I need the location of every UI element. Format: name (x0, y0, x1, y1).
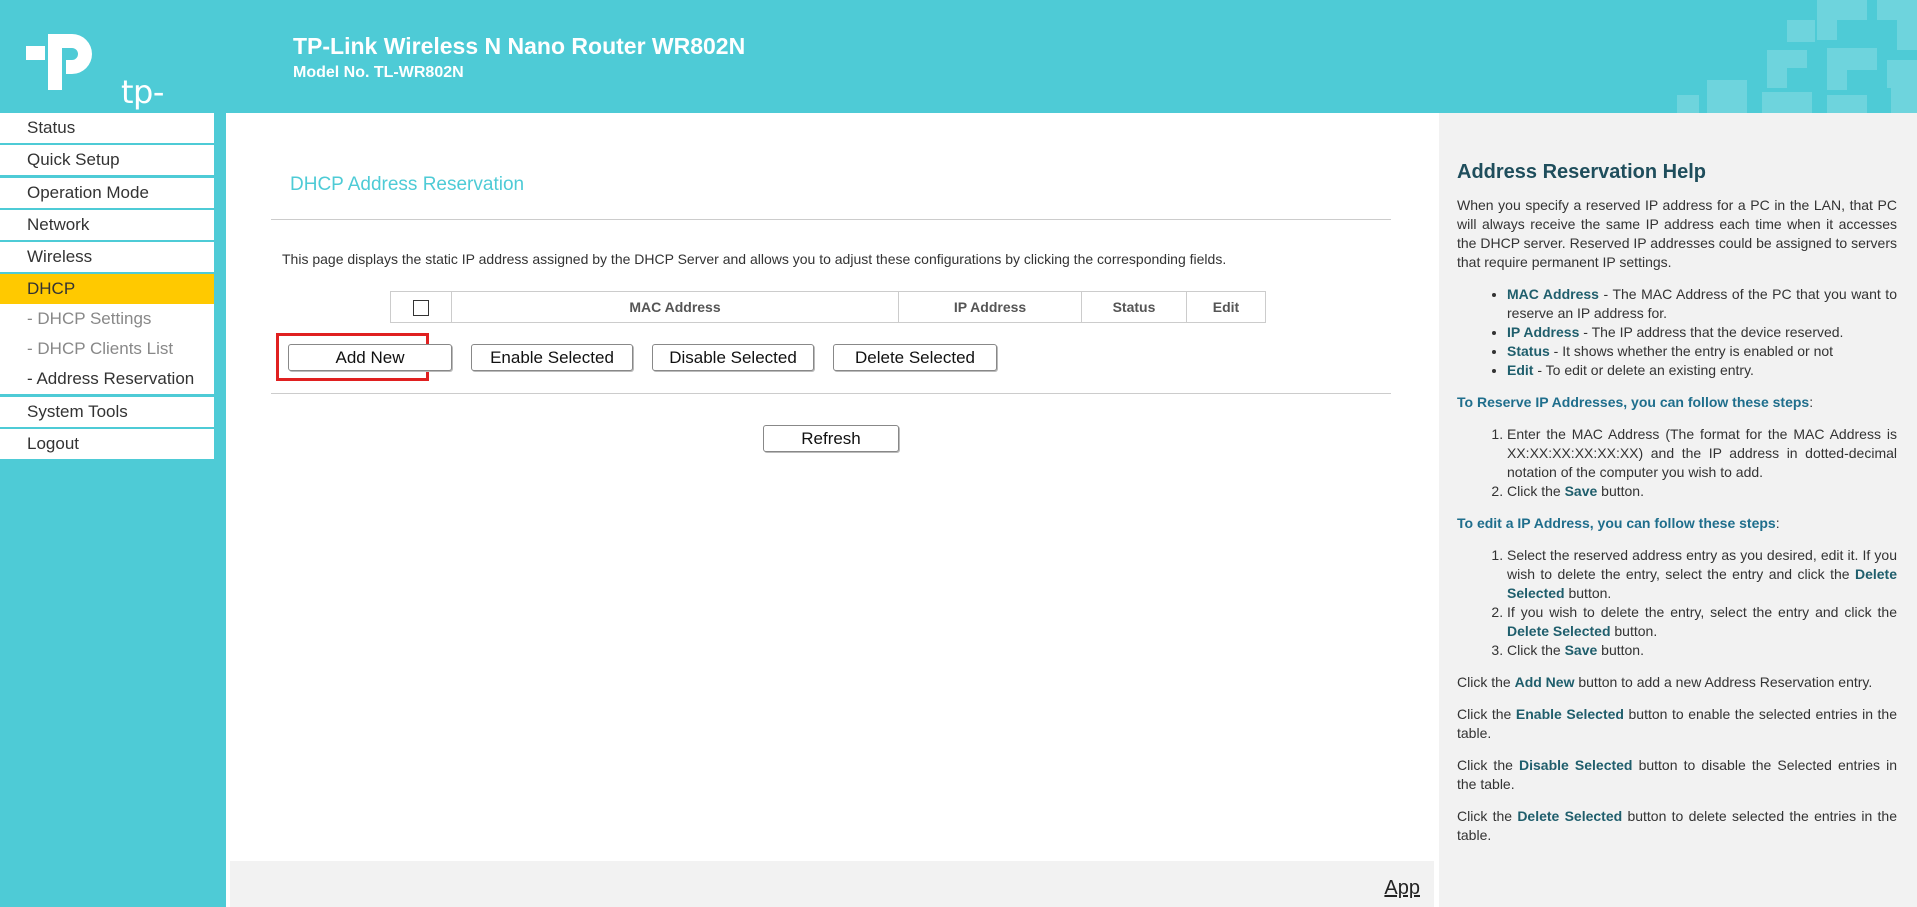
page-description: This page displays the static IP address… (282, 251, 1227, 267)
menu-item-wireless[interactable]: Wireless (0, 242, 214, 273)
submenu-item-dhcp-clients-list[interactable]: - DHCP Clients List (0, 334, 214, 365)
help-edit-steps: Select the reserved address entry as you… (1457, 546, 1897, 660)
help-add-new: Click the Add New button to add a new Ad… (1457, 674, 1873, 690)
list-item: If you wish to delete the entry, select … (1507, 603, 1897, 641)
router-title: TP-Link Wireless N Nano Router WR802N (293, 33, 746, 59)
app-link[interactable]: App (1384, 877, 1420, 900)
enable-selected-button[interactable]: Enable Selected (471, 344, 633, 371)
help-field-list: MAC Address - The MAC Address of the PC … (1457, 285, 1897, 380)
footer-bar: App (230, 861, 1434, 907)
help-delete-selected: Click the Delete Selected button to dele… (1457, 808, 1897, 843)
list-item: Select the reserved address entry as you… (1507, 546, 1897, 603)
col-edit: Edit (1186, 291, 1266, 323)
menu-item-system-tools[interactable]: System Tools (0, 396, 214, 427)
list-item: Edit - To edit or delete an existing ent… (1507, 361, 1897, 380)
page-title: DHCP Address Reservation (290, 174, 525, 195)
help-intro: When you specify a reserved IP address f… (1457, 197, 1897, 270)
col-status: Status (1081, 291, 1187, 323)
help-enable-selected: Click the Enable Selected button to enab… (1457, 706, 1897, 741)
header-decoration (1677, 0, 1917, 113)
header: tp-link TP-Link Wireless N Nano Router W… (0, 0, 1917, 113)
menu-item-network[interactable]: Network (0, 209, 214, 240)
table-header-row: MAC Address IP Address Status Edit (390, 291, 1266, 323)
help-reserve-heading: To Reserve IP Addresses, you can follow … (1457, 394, 1814, 410)
add-new-button[interactable]: Add New (288, 344, 452, 371)
col-ip-address: IP Address (898, 291, 1082, 323)
help-disable-selected: Click the Disable Selected button to dis… (1457, 757, 1897, 792)
sidebar-menu: Status Quick Setup Operation Mode Networ… (0, 113, 214, 461)
divider (271, 219, 1391, 220)
list-item: Click the Save button. (1507, 482, 1897, 501)
help-edit-heading: To edit a IP Address, you can follow the… (1457, 515, 1780, 531)
help-reserve-steps: Enter the MAC Address (The format for th… (1457, 425, 1897, 501)
menu-item-logout[interactable]: Logout (0, 429, 214, 460)
list-item: IP Address - The IP address that the dev… (1507, 323, 1897, 342)
divider (271, 393, 1391, 394)
list-item: MAC Address - The MAC Address of the PC … (1507, 285, 1897, 323)
list-item: Enter the MAC Address (The format for th… (1507, 425, 1897, 482)
main-content: DHCP Address Reservation This page displ… (226, 113, 1439, 907)
reservation-table: MAC Address IP Address Status Edit (390, 291, 1266, 323)
help-panel: Address Reservation Help When you specif… (1439, 113, 1917, 907)
logo-text: tp-link (121, 73, 176, 113)
dhcp-submenu: - DHCP Settings - DHCP Clients List - Ad… (0, 304, 214, 395)
disable-selected-button[interactable]: Disable Selected (652, 344, 814, 371)
tp-link-logo-icon (26, 34, 92, 90)
submenu-item-dhcp-settings[interactable]: - DHCP Settings (0, 304, 214, 335)
help-title: Address Reservation Help (1457, 161, 1706, 183)
refresh-button[interactable]: Refresh (763, 425, 899, 452)
delete-selected-button[interactable]: Delete Selected (833, 344, 997, 371)
list-item: Status - It shows whether the entry is e… (1507, 342, 1897, 361)
menu-item-status[interactable]: Status (0, 113, 214, 143)
menu-item-dhcp[interactable]: DHCP (0, 274, 214, 305)
menu-item-operation-mode[interactable]: Operation Mode (0, 177, 214, 208)
select-all-cell (390, 291, 452, 323)
list-item: Click the Save button. (1507, 641, 1897, 660)
select-all-checkbox[interactable] (413, 299, 429, 316)
submenu-item-address-reservation[interactable]: - Address Reservation (0, 364, 214, 395)
tp-link-logo: tp-link (26, 30, 196, 113)
model-number: Model No. TL-WR802N (293, 64, 464, 81)
col-mac-address: MAC Address (451, 291, 899, 323)
menu-item-quick-setup[interactable]: Quick Setup (0, 145, 214, 176)
